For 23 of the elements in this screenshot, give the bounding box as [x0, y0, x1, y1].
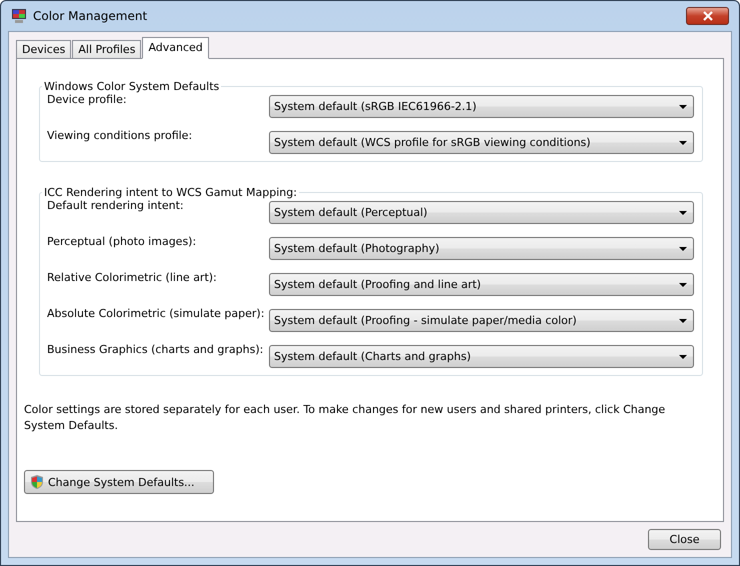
dropdown[interactable]: System default (Charts and graphs) — [269, 345, 694, 368]
tab[interactable]: Devices — [16, 40, 72, 59]
group-title: Windows Color System Defaults — [43, 80, 220, 93]
dropdown[interactable]: System default (WCS profile for sRGB viewing conditions) — [269, 131, 694, 154]
dropdown[interactable]: System default (Proofing and line art) — [269, 273, 694, 296]
dropdown[interactable]: System default (Perceptual) — [269, 201, 694, 224]
field-label: Perceptual (photo images): — [47, 235, 196, 248]
field-label: Absolute Colorimetric (simulate paper): — [47, 307, 264, 320]
field-label: Relative Colorimetric (line art): — [47, 271, 217, 284]
tab[interactable]: All Profiles — [72, 40, 142, 59]
close-button[interactable]: Close — [648, 529, 721, 550]
window-title: Color Management — [33, 9, 148, 23]
change-defaults-button[interactable]: Change System Defaults... — [24, 470, 214, 494]
field-label: Device profile: — [47, 93, 127, 106]
tab[interactable]: Advanced — [142, 37, 209, 59]
info-text: Color settings are stored separately for each user. To make changes for new users and shared printers, click Change System Defaults. — [24, 402, 666, 434]
field-label: Business Graphics (charts and graphs): — [47, 343, 264, 356]
field-label: Viewing conditions profile: — [47, 129, 192, 142]
dropdown[interactable]: System default (Proofing - simulate paper/media color) — [269, 309, 694, 332]
group-title: ICC Rendering intent to WCS Gamut Mapping: — [43, 186, 298, 199]
field-label: Default rendering intent: — [47, 199, 184, 212]
dropdown[interactable]: System default (sRGB IEC61966-2.1) — [269, 95, 694, 118]
dropdown[interactable]: System default (Photography) — [269, 237, 694, 260]
